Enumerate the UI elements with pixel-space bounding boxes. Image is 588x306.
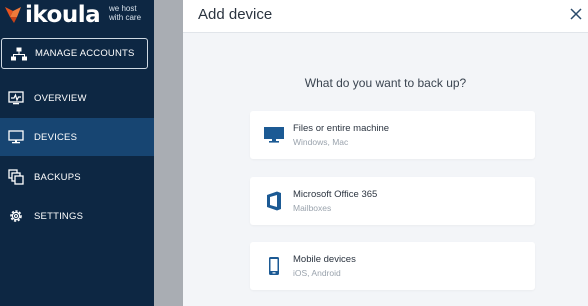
sidebar-item-label: OVERVIEW xyxy=(34,92,87,104)
option-title: Microsoft Office 365 xyxy=(293,189,378,200)
sidebar-item-backups[interactable]: BACKUPS xyxy=(0,158,154,196)
pulse-monitor-icon xyxy=(8,90,24,106)
option-files-entire-machine[interactable]: Files or entire machine Windows, Mac xyxy=(250,111,535,159)
brand-name: ikoula xyxy=(25,2,101,28)
option-subtitle: Windows, Mac xyxy=(293,137,349,147)
fox-logo-icon xyxy=(5,7,21,23)
option-subtitle: Mailboxes xyxy=(293,203,332,213)
copies-icon xyxy=(8,169,24,185)
brand-tagline: we host with care xyxy=(109,4,142,22)
add-device-panel: Add device What do you want to back up? … xyxy=(183,0,588,306)
sidebar-item-devices[interactable]: DEVICES xyxy=(0,118,154,156)
ikoula-logo[interactable]: ikoula we host with care xyxy=(3,0,153,34)
option-subtitle: iOS, Android xyxy=(293,268,341,278)
modal-backdrop[interactable] xyxy=(154,0,183,306)
office-icon xyxy=(262,189,286,213)
option-mobile-devices[interactable]: Mobile devices iOS, Android xyxy=(250,242,535,290)
desktop-icon xyxy=(8,129,24,145)
sidebar-item-label: DEVICES xyxy=(34,131,78,143)
option-microsoft-office-365[interactable]: Microsoft Office 365 Mailboxes xyxy=(250,177,535,225)
option-title: Mobile devices xyxy=(293,254,356,265)
manage-accounts-button[interactable]: MANAGE ACCOUNTS xyxy=(1,38,148,69)
option-title: Files or entire machine xyxy=(293,123,390,134)
sidebar-item-overview[interactable]: OVERVIEW xyxy=(0,79,154,117)
sidebar-item-label: BACKUPS xyxy=(34,171,81,183)
sidebar-item-label: SETTINGS xyxy=(34,210,84,222)
panel-header: Add device xyxy=(183,0,588,33)
panel-title: Add device xyxy=(198,6,273,23)
manage-accounts-label: MANAGE ACCOUNTS xyxy=(35,48,135,59)
org-chart-icon xyxy=(10,45,28,63)
sidebar: ikoula we host with care MANAGE ACCOUNTS xyxy=(0,0,154,306)
close-button[interactable] xyxy=(568,6,584,22)
smartphone-icon xyxy=(262,254,286,278)
sidebar-item-settings[interactable]: SETTINGS xyxy=(0,197,154,235)
gear-icon xyxy=(8,208,24,224)
close-icon xyxy=(570,8,582,20)
question-text: What do you want to back up? xyxy=(304,76,467,90)
monitor-icon xyxy=(262,123,286,147)
